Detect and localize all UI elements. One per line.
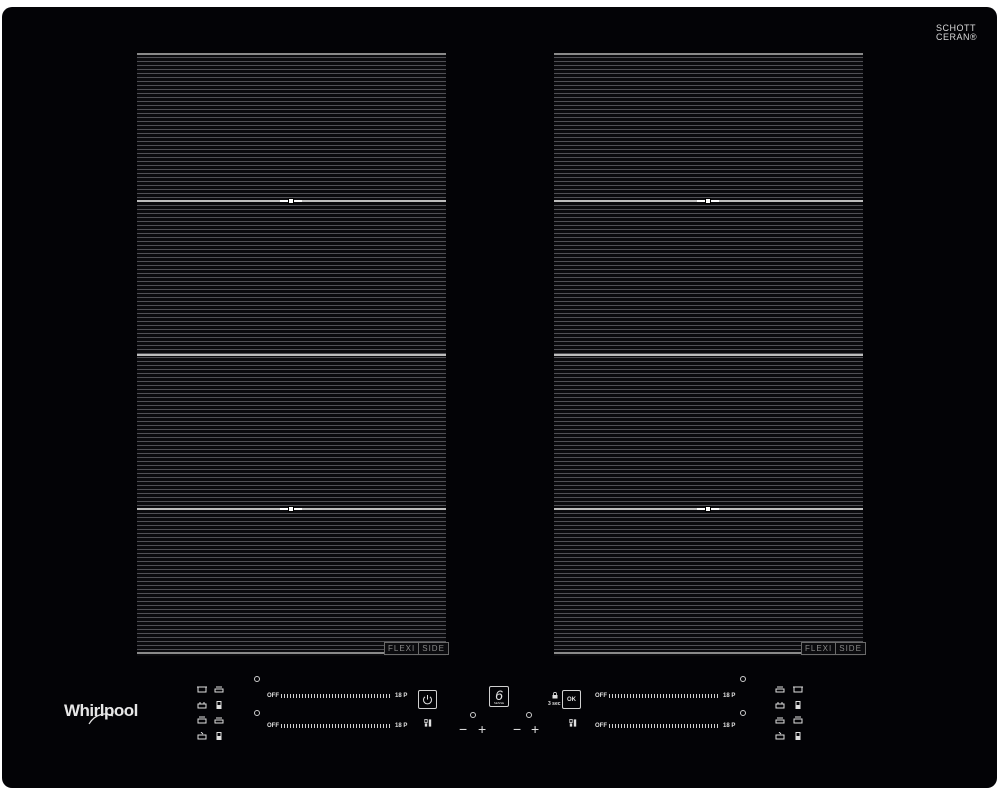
right-bridge-toggle-icon[interactable] — [568, 719, 578, 727]
right-zone-top-edge — [554, 53, 863, 55]
left-bottom-timer-icon[interactable] — [254, 710, 260, 716]
right-top-timer-icon[interactable] — [740, 676, 746, 682]
right-pot-icon-3[interactable] — [793, 716, 803, 724]
left-top-slider-track[interactable] — [281, 694, 391, 698]
left-pan-icon-1[interactable] — [214, 685, 224, 693]
right-minus-button[interactable]: − — [513, 722, 521, 736]
left-top-off-label: OFF — [267, 693, 279, 699]
right-top-off-label: OFF — [595, 693, 607, 699]
right-top-slider-track[interactable] — [609, 694, 719, 698]
right-flexi-label: FLEXI — [805, 644, 833, 653]
whirlpool-swoosh-icon — [88, 713, 114, 725]
right-bottom-max-label: 18 P — [723, 723, 736, 729]
sixth-sense-button[interactable]: 6 SENSE — [489, 686, 509, 707]
right-top-max-label: 18 P — [723, 693, 736, 699]
lock-icon — [552, 692, 558, 699]
right-bridge-icon-1[interactable] — [793, 701, 803, 709]
left-pan-icon-2[interactable] — [214, 716, 224, 724]
left-top-power-slider[interactable]: OFF 18 P — [267, 692, 407, 700]
left-plus-button[interactable]: + — [478, 722, 486, 736]
right-pot-icon-4[interactable] — [775, 732, 785, 740]
right-upper-zone-marker — [697, 198, 719, 204]
left-bridge-toggle-icon[interactable] — [423, 719, 433, 727]
left-pot-icon-1[interactable] — [197, 685, 207, 693]
left-bottom-slider-track[interactable] — [281, 724, 391, 728]
ok-button[interactable]: OK — [562, 690, 581, 709]
left-minus-button[interactable]: − — [459, 722, 467, 736]
left-flexi-zone[interactable]: FLEXI SIDE — [137, 53, 449, 656]
right-bottom-power-slider[interactable]: OFF 18 P — [595, 722, 735, 730]
right-lower-zone-marker — [697, 506, 719, 512]
sixth-sense-sub: SENSE — [493, 700, 505, 705]
right-flexi-zone[interactable]: FLEXI SIDE — [554, 53, 866, 656]
left-top-timer-icon[interactable] — [254, 676, 260, 682]
ceran-label: CERAN® — [936, 32, 978, 42]
left-pot-icon-4[interactable] — [197, 732, 207, 740]
sixth-sense-label: 6 — [495, 686, 503, 703]
right-bottom-timer-icon[interactable] — [740, 710, 746, 716]
left-bridge-icon-2[interactable] — [214, 732, 224, 740]
right-flexiside-badge: FLEXI SIDE — [801, 642, 866, 655]
left-pot-icon-3[interactable] — [197, 716, 207, 724]
schott-ceran-logo: SCHOTT CERAN® — [936, 24, 977, 42]
left-zone-divider-2 — [137, 354, 446, 356]
right-top-power-slider[interactable]: OFF 18 P — [595, 692, 735, 700]
center-right-timer-icon — [526, 712, 532, 718]
left-top-max-label: 18 P — [395, 693, 408, 699]
left-lower-zone-marker — [280, 506, 302, 512]
left-bottom-off-label: OFF — [267, 723, 279, 729]
power-icon — [423, 695, 432, 705]
left-upper-zone-marker — [280, 198, 302, 204]
right-pot-icon-2[interactable] — [775, 701, 785, 709]
right-plus-button[interactable]: + — [531, 722, 539, 736]
right-pan-icon-2[interactable] — [775, 716, 785, 724]
right-bottom-off-label: OFF — [595, 723, 607, 729]
left-bottom-max-label: 18 P — [395, 723, 408, 729]
right-bridge-icon-2[interactable] — [793, 732, 803, 740]
left-flexiside-badge: FLEXI SIDE — [384, 642, 449, 655]
lock-hint-label: 3 sec — [548, 701, 561, 707]
left-side-label: SIDE — [418, 643, 448, 654]
right-pan-icon-1[interactable] — [775, 685, 785, 693]
right-pot-icon-1[interactable] — [793, 685, 803, 693]
left-bottom-power-slider[interactable]: OFF 18 P — [267, 722, 407, 730]
power-button[interactable] — [418, 690, 437, 709]
left-flexi-label: FLEXI — [388, 644, 416, 653]
right-zone-divider-2 — [554, 354, 863, 356]
right-bottom-slider-track[interactable] — [609, 724, 719, 728]
left-zone-top-edge — [137, 53, 446, 55]
right-side-label: SIDE — [835, 643, 865, 654]
center-left-timer-icon — [470, 712, 476, 718]
left-pot-icon-2[interactable] — [197, 701, 207, 709]
left-bridge-icon-1[interactable] — [214, 701, 224, 709]
